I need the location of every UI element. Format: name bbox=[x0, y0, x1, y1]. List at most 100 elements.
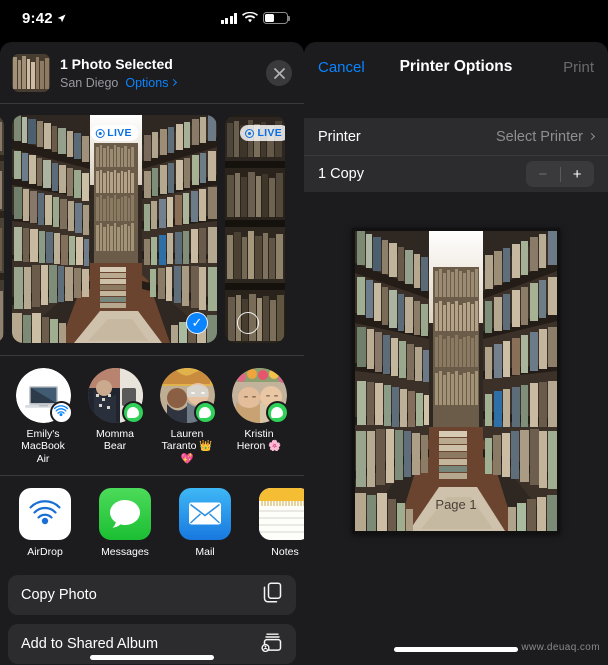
print-preview-area: Page 1 bbox=[304, 216, 608, 546]
share-header-text: 1 Photo Selected San Diego Options bbox=[60, 56, 266, 91]
live-photo-badge-next[interactable]: LIVE bbox=[240, 125, 285, 141]
contact-name: Emily's MacBook Air bbox=[21, 427, 65, 465]
shared-album-icon bbox=[261, 632, 283, 656]
printer-settings-list: Printer Select Printer 1 Copy − + bbox=[304, 118, 608, 192]
printer-options-panel: Cancel Printer Options Print Printer Sel… bbox=[304, 42, 608, 665]
share-sheet-panel: 1 Photo Selected San Diego Options LIVE … bbox=[0, 42, 304, 665]
print-preview-page[interactable]: Page 1 bbox=[352, 228, 560, 534]
messages-badge bbox=[193, 400, 217, 424]
action-label: Copy Photo bbox=[21, 586, 97, 603]
avatar bbox=[231, 367, 289, 424]
navbar-spacer bbox=[304, 92, 608, 118]
printer-options-screen: Cancel Printer Options Print Printer Sel… bbox=[304, 0, 608, 665]
app-label: Mail bbox=[195, 545, 215, 558]
printer-options-navbar: Cancel Printer Options Print bbox=[304, 42, 608, 92]
wifi-icon bbox=[242, 12, 258, 23]
row-copies: 1 Copy − + bbox=[304, 155, 608, 192]
share-subtitle: San Diego bbox=[60, 75, 119, 90]
photo-next-art bbox=[225, 115, 285, 343]
row-printer[interactable]: Printer Select Printer bbox=[304, 118, 608, 155]
app-messages[interactable]: Messages bbox=[96, 487, 154, 558]
options-button[interactable]: Options bbox=[125, 75, 178, 91]
messages-icon bbox=[99, 487, 151, 540]
home-indicator[interactable] bbox=[394, 647, 518, 652]
row-printer-value: Select Printer bbox=[495, 128, 596, 145]
notes-glyph bbox=[259, 487, 304, 540]
contact-name: Kristin Heron 🌸 bbox=[236, 427, 282, 453]
increment-button[interactable]: + bbox=[560, 161, 594, 187]
status-bar-clock: 9:42 bbox=[22, 10, 66, 27]
photo-carousel[interactable]: LIVE ✓ LIVE bbox=[0, 104, 304, 355]
photo-previous[interactable] bbox=[0, 115, 4, 343]
app-label: Notes bbox=[271, 545, 299, 558]
location-arrow-icon bbox=[57, 13, 66, 22]
share-sheet-screen: 9:42 1 Photo Selected San Diego Options … bbox=[0, 0, 304, 665]
quantity-stepper[interactable]: − + bbox=[526, 161, 594, 187]
home-indicator[interactable] bbox=[90, 655, 214, 660]
options-label: Options bbox=[125, 75, 169, 90]
photo-previous-art bbox=[0, 115, 4, 343]
photo-next-select-circle[interactable] bbox=[237, 312, 259, 334]
airdrop-badge bbox=[49, 400, 73, 424]
cancel-button[interactable]: Cancel bbox=[318, 59, 365, 76]
contact-item[interactable]: Momma Bear bbox=[86, 367, 145, 466]
app-label: AirDrop bbox=[27, 545, 63, 558]
contact-item[interactable]: Kristin Heron 🌸 bbox=[230, 367, 289, 466]
selected-photo-thumbnail[interactable] bbox=[12, 54, 50, 92]
chevron-right-icon bbox=[587, 132, 596, 141]
contact-item[interactable]: Lauren Taranto 👑💖 bbox=[158, 367, 217, 466]
share-sheet-header: 1 Photo Selected San Diego Options bbox=[0, 42, 304, 104]
close-icon bbox=[273, 67, 285, 79]
avatar bbox=[15, 367, 73, 424]
battery-icon bbox=[263, 12, 291, 24]
app-label: Messages bbox=[101, 545, 149, 558]
decrement-button[interactable]: − bbox=[526, 161, 560, 187]
print-preview-image bbox=[355, 231, 557, 531]
messages-badge bbox=[121, 400, 145, 424]
photo-selected-check[interactable]: ✓ bbox=[186, 312, 208, 334]
preview-art bbox=[355, 231, 557, 531]
status-bar-icons bbox=[220, 12, 291, 24]
cellular-bars-icon bbox=[220, 12, 237, 24]
messages-glyph bbox=[110, 499, 140, 528]
print-button[interactable]: Print bbox=[563, 59, 594, 76]
avatar bbox=[159, 367, 217, 424]
status-bar: 9:42 bbox=[0, 0, 304, 36]
contact-name: Lauren Taranto 👑💖 bbox=[161, 427, 213, 465]
mail-icon bbox=[179, 487, 231, 540]
thumbnail-art bbox=[12, 54, 50, 92]
airdrop-icon bbox=[19, 487, 71, 540]
clock-text: 9:42 bbox=[22, 9, 53, 27]
live-photo-badge[interactable]: LIVE bbox=[90, 125, 139, 141]
photo-selected[interactable]: LIVE ✓ bbox=[12, 115, 217, 343]
share-subtitle-row: San Diego Options bbox=[60, 75, 266, 91]
row-printer-label: Printer bbox=[318, 128, 361, 145]
app-mail[interactable]: Mail bbox=[176, 487, 234, 558]
chevron-right-icon bbox=[170, 78, 178, 87]
messages-badge bbox=[265, 400, 289, 424]
contact-item[interactable]: Emily's MacBook Air bbox=[14, 367, 73, 466]
action-label: Add to Shared Album bbox=[21, 635, 159, 652]
live-label-next: LIVE bbox=[257, 127, 282, 139]
apps-row[interactable]: AirDrop Messages Mail Notes bbox=[0, 476, 304, 567]
copy-icon bbox=[263, 582, 283, 607]
contact-name: Momma Bear bbox=[96, 427, 134, 453]
action-list: Copy Photo Add to Shared Album bbox=[0, 567, 304, 664]
airdrop-icon bbox=[54, 405, 68, 417]
live-icon bbox=[245, 128, 255, 138]
avatar bbox=[87, 367, 145, 424]
action-copy-photo[interactable]: Copy Photo bbox=[8, 574, 296, 615]
app-airdrop[interactable]: AirDrop bbox=[16, 487, 74, 558]
page-number-label: Page 1 bbox=[435, 497, 477, 512]
close-button[interactable] bbox=[266, 60, 292, 86]
site-watermark: www.deuaq.com bbox=[521, 642, 600, 653]
app-notes[interactable]: Notes bbox=[256, 487, 304, 558]
photo-selected-art bbox=[12, 115, 217, 343]
select-printer-text: Select Printer bbox=[495, 128, 583, 145]
mail-glyph bbox=[189, 502, 221, 525]
row-copies-label: 1 Copy bbox=[318, 166, 364, 182]
live-icon bbox=[95, 128, 105, 138]
notes-icon bbox=[259, 487, 304, 540]
photo-next[interactable]: LIVE bbox=[225, 115, 285, 343]
contacts-row[interactable]: Emily's MacBook Air Momma Bear Lauren Ta… bbox=[0, 356, 304, 476]
